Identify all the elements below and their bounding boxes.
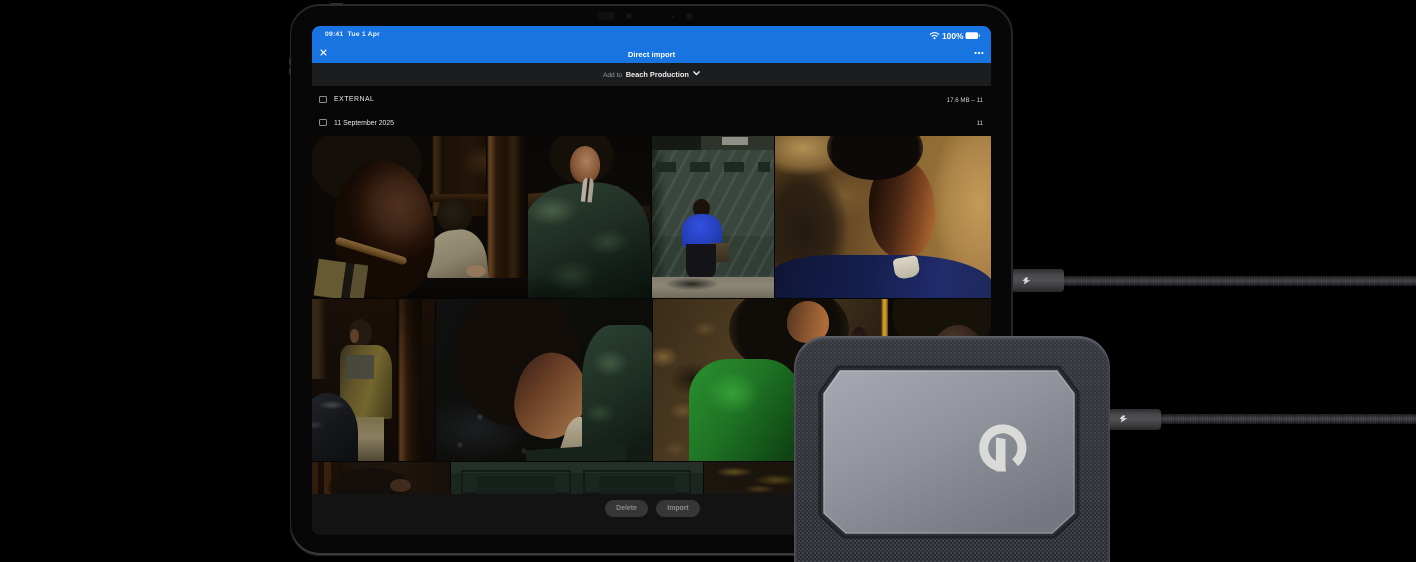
svg-text:100%: 100% [942,31,964,40]
